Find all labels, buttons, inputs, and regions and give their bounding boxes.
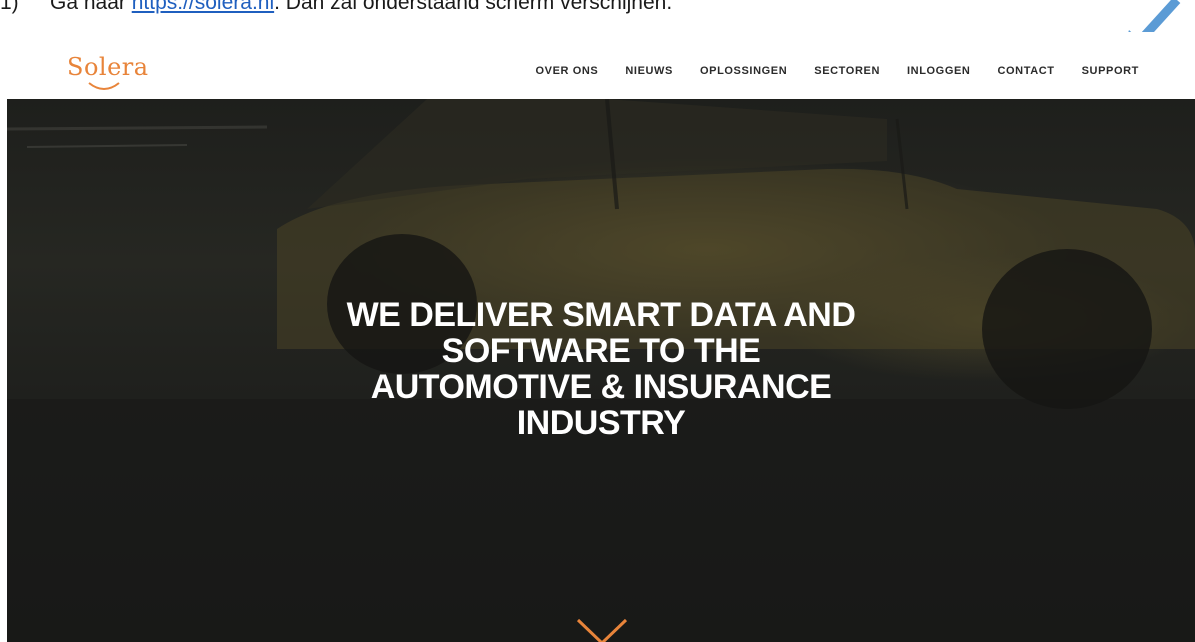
hero-line-1: WE DELIVER SMART DATA AND bbox=[346, 296, 856, 334]
instruction-prefix: Ga naar bbox=[50, 0, 132, 14]
logo-text: Solera bbox=[67, 53, 149, 81]
solera-link[interactable]: https://solera.nl bbox=[132, 0, 274, 14]
logo-smile-icon bbox=[88, 82, 120, 90]
nav-over-ons[interactable]: OVER ONS bbox=[536, 65, 599, 77]
hero-line-3: AUTOMOTIVE & INSURANCE bbox=[370, 368, 832, 406]
instruction-suffix: . Dan zal onderstaand scherm verschijnen… bbox=[274, 0, 673, 14]
nav-support[interactable]: SUPPORT bbox=[1082, 65, 1139, 77]
chevron-down-icon[interactable] bbox=[574, 617, 630, 642]
nav-nieuws[interactable]: NIEUWS bbox=[625, 65, 673, 77]
site-header: Solera OVER ONS NIEUWS OPLOSSINGEN SECTO… bbox=[7, 32, 1195, 99]
solera-logo[interactable]: Solera bbox=[67, 53, 149, 93]
nav-inloggen[interactable]: INLOGGEN bbox=[907, 65, 970, 77]
nav-oplossingen[interactable]: OPLOSSINGEN bbox=[700, 65, 787, 77]
hero-line-2: SOFTWARE TO THE bbox=[441, 332, 761, 370]
hero-heading: WE DELIVER SMART DATA AND SOFTWARE TO TH… bbox=[301, 297, 901, 441]
instruction-line: 1) Ga naar https://solera.nl. Dan zal ond… bbox=[0, 0, 1100, 20]
nav-sectoren[interactable]: SECTOREN bbox=[814, 65, 880, 77]
step-number: 1) bbox=[0, 0, 19, 14]
hero-section: WE DELIVER SMART DATA AND SOFTWARE TO TH… bbox=[7, 99, 1195, 642]
hero-line-4: INDUSTRY bbox=[516, 404, 686, 442]
nav-contact[interactable]: CONTACT bbox=[997, 65, 1054, 77]
main-nav: OVER ONS NIEUWS OPLOSSINGEN SECTOREN INL… bbox=[536, 65, 1140, 77]
